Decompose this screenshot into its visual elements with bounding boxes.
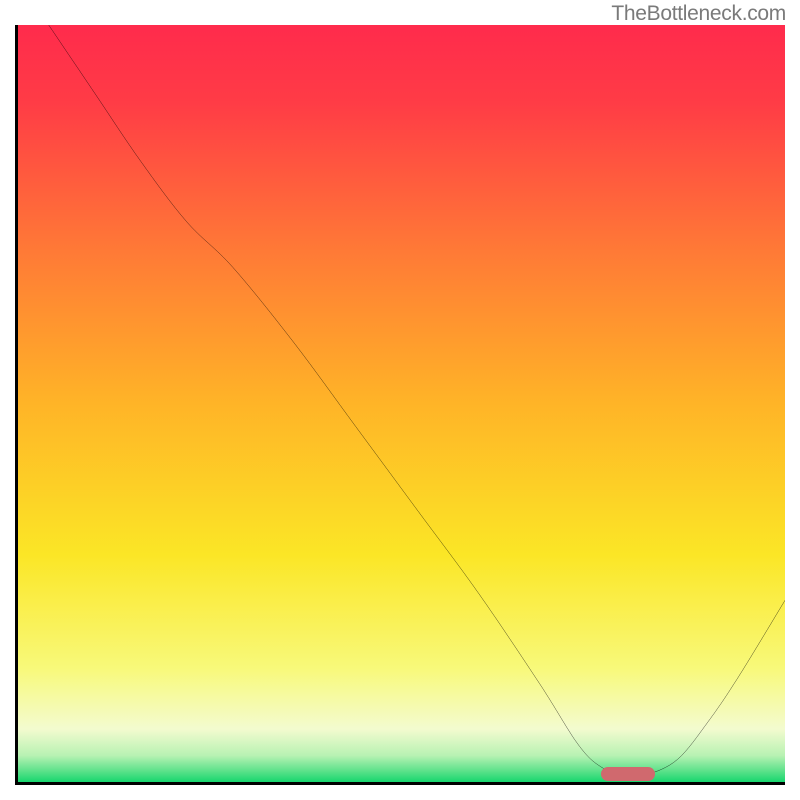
plot-area xyxy=(15,25,785,785)
bottleneck-curve xyxy=(18,25,785,782)
optimal-marker xyxy=(601,767,655,781)
watermark-text: TheBottleneck.com xyxy=(611,2,786,26)
